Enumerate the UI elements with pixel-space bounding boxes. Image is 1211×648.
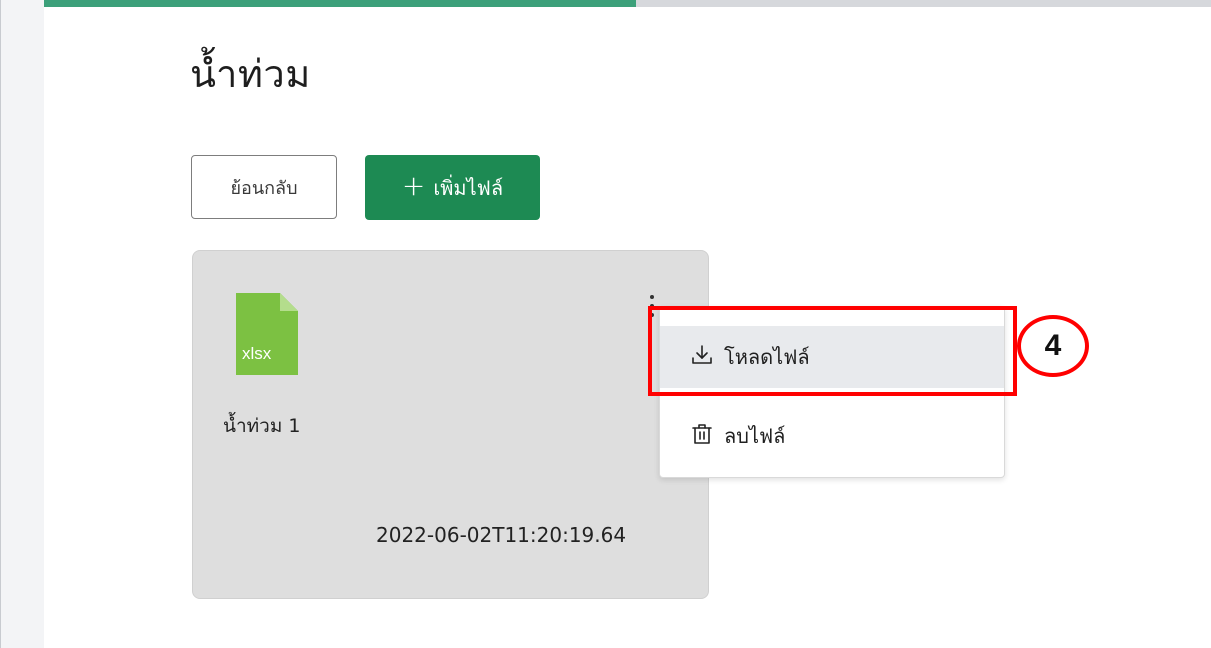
add-file-button-label: เพิ่มไฟล์ <box>433 175 504 200</box>
left-sidebar <box>0 0 44 648</box>
menu-item-download[interactable]: โหลดไฟล์ <box>660 326 1004 388</box>
xlsx-file-icon: xlsx <box>236 293 298 375</box>
page: น้ำท่วม ย้อนกลับ + เพิ่มไฟล์ xlsx น้ำท่ว… <box>0 0 1211 648</box>
menu-item-delete-label: ลบไฟล์ <box>724 424 786 448</box>
progress-bar <box>0 0 1211 7</box>
back-button-label: ย้อนกลับ <box>230 177 298 199</box>
add-file-button[interactable]: + เพิ่มไฟล์ <box>365 155 540 220</box>
annotation-step-badge: 4 <box>1017 315 1089 377</box>
trash-icon <box>690 422 714 451</box>
menu-item-download-label: โหลดไฟล์ <box>724 345 810 369</box>
back-button[interactable]: ย้อนกลับ <box>191 155 337 219</box>
kebab-menu-icon[interactable] <box>645 295 659 327</box>
page-title: น้ำท่วม <box>190 52 311 96</box>
file-context-menu: โหลดไฟล์ ลบไฟล์ <box>659 306 1005 478</box>
progress-bar-fill <box>0 0 636 7</box>
plus-icon: + <box>401 169 426 202</box>
file-type-label: xlsx <box>242 344 272 363</box>
file-name: น้ำท่วม 1 <box>223 415 301 437</box>
file-card[interactable]: xlsx น้ำท่วม 1 2022-06-02T11:20:19.64 <box>192 250 709 599</box>
file-date: 2022-06-02T11:20:19.64 <box>376 523 627 547</box>
menu-item-delete[interactable]: ลบไฟล์ <box>660 405 1004 467</box>
download-icon <box>690 343 714 372</box>
